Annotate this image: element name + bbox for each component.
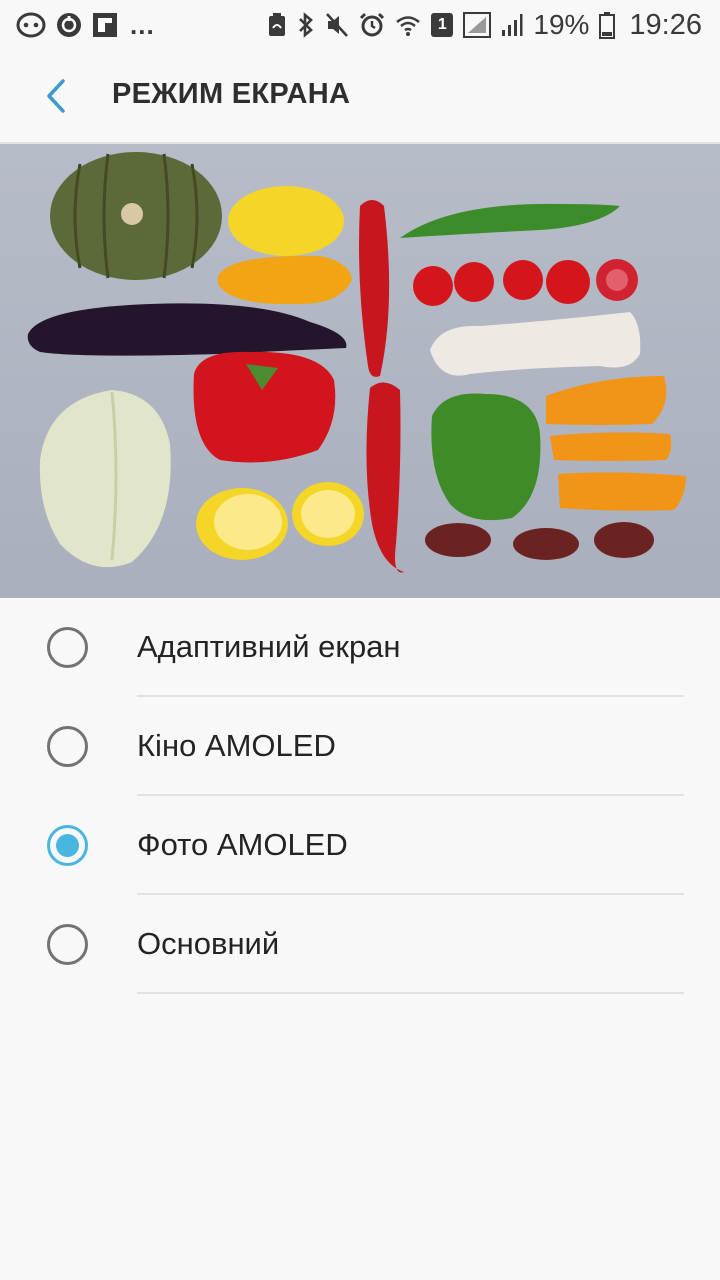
screen-mode-preview-image: [0, 144, 720, 598]
lemon-illustration: [228, 186, 344, 256]
signal-strength-icon: [501, 11, 523, 39]
lemon-halves-illustration: [196, 482, 364, 560]
mute-icon: [325, 11, 349, 39]
page-title: РЕЖИМ ЕКРАНА: [112, 78, 351, 110]
alarm-icon: [359, 11, 385, 39]
radio-button[interactable]: [47, 726, 88, 767]
wifi-icon: [395, 11, 421, 39]
battery-percent: 19%: [533, 9, 590, 40]
mushroom-illustration: [430, 312, 641, 376]
more-notifications-indicator: ...: [130, 10, 155, 40]
option-label: Адаптивний екран: [137, 629, 401, 664]
dates-illustration: [425, 522, 654, 560]
screen: ... 1 19% 19:26 РЕЖИМ ЕКРАНА Адаптивний …: [0, 0, 720, 1280]
green-chili-illustration: [400, 203, 620, 238]
status-bar: ... 1 19% 19:26: [0, 0, 720, 50]
eggplant-illustration: [27, 303, 347, 356]
sim-icon: 1: [431, 13, 454, 37]
bluetooth-icon: [297, 11, 315, 39]
nfc-icon: [267, 11, 287, 39]
pumpkin-slices-illustration: [546, 376, 686, 511]
app-bar: РЕЖИМ ЕКРАНА: [0, 50, 720, 143]
option-divider: [137, 992, 684, 994]
chili-illustration-2: [366, 382, 404, 573]
battery-icon: [599, 11, 616, 39]
option-cinema-amoled[interactable]: Кіно AMOLED: [0, 697, 720, 796]
clock: 19:26: [629, 8, 702, 41]
screen-mode-options: Адаптивний екран Кіно AMOLED Фото AMOLED…: [0, 598, 720, 994]
status-bar-right: 1 19% 19:26: [267, 9, 702, 42]
radio-button[interactable]: [47, 627, 88, 668]
flipboard-icon: [92, 11, 118, 39]
tomatoes-illustration: [413, 259, 638, 306]
sync-icon: [56, 11, 82, 39]
back-arrow-icon: [47, 79, 65, 113]
option-label: Основний: [137, 926, 280, 961]
option-basic[interactable]: Основний: [0, 895, 720, 994]
yellow-pepper-illustration: [218, 255, 352, 305]
radio-button[interactable]: [47, 924, 88, 965]
cabbage-illustration: [39, 390, 171, 568]
back-button[interactable]: [30, 70, 82, 122]
option-label: Фото AMOLED: [137, 827, 348, 862]
face-notification-icon: [16, 11, 46, 39]
pumpkin-illustration: [50, 152, 222, 280]
radio-button-selected[interactable]: [47, 825, 88, 866]
chili-illustration: [359, 200, 390, 377]
option-photo-amoled[interactable]: Фото AMOLED: [0, 796, 720, 895]
option-adaptive[interactable]: Адаптивний екран: [0, 598, 720, 697]
green-pepper-illustration: [431, 393, 541, 521]
signal-icon: [463, 11, 492, 39]
status-bar-left: ...: [16, 11, 155, 39]
option-label: Кіно AMOLED: [137, 728, 336, 763]
